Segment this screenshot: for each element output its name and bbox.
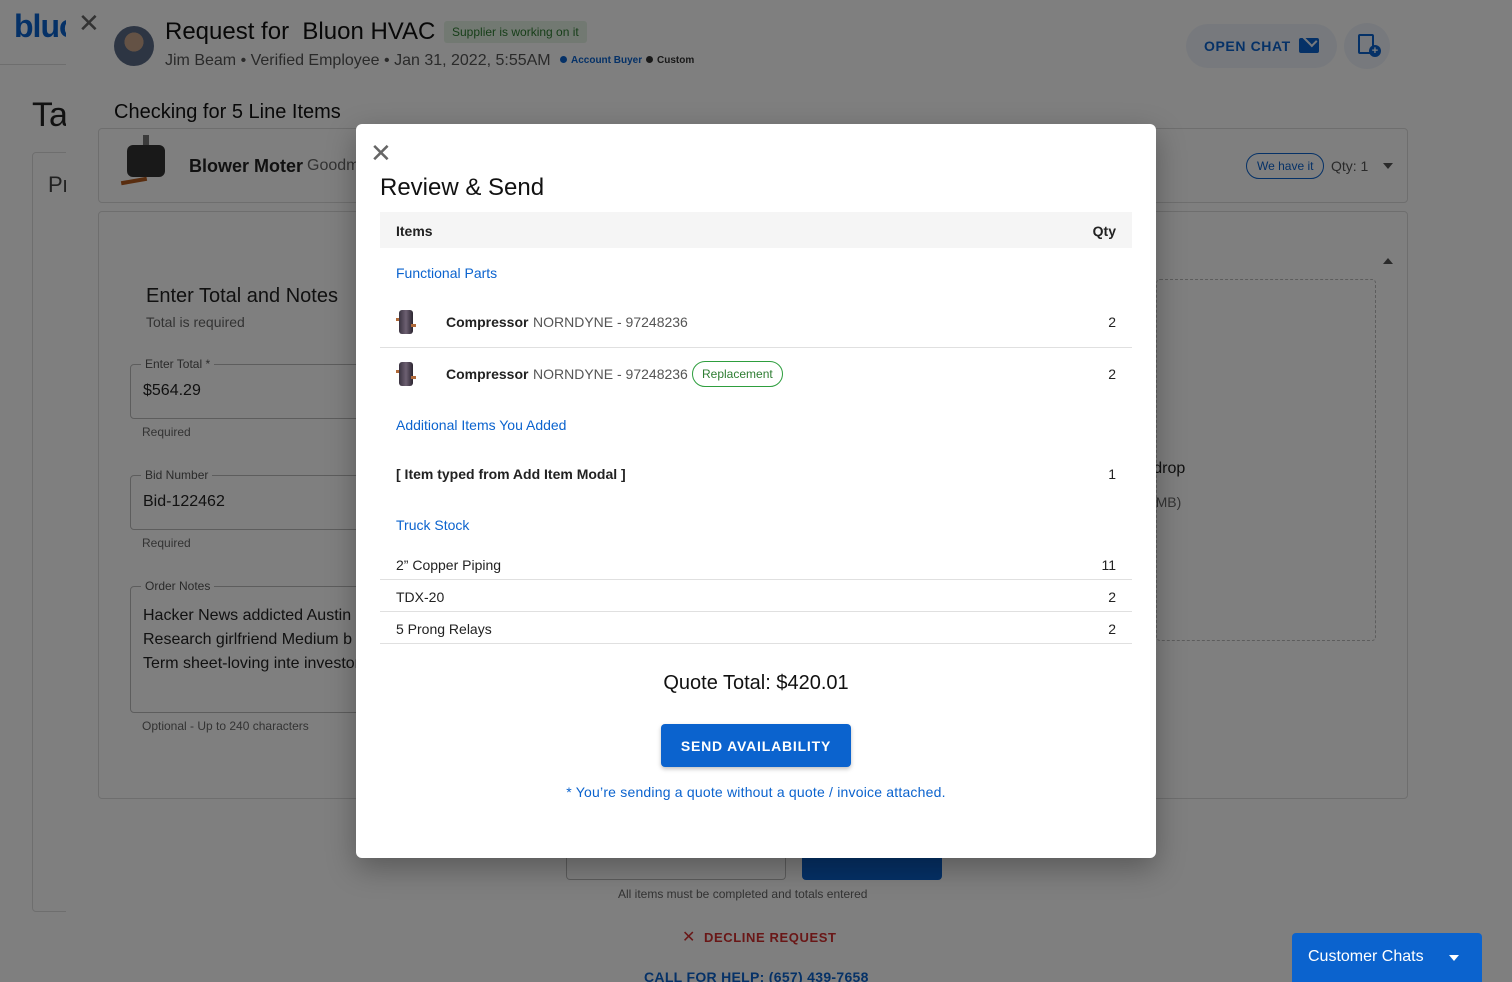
- table-row: Compressor NORNDYNE - 97248236 Replaceme…: [380, 348, 1132, 400]
- chevron-down-icon[interactable]: [1449, 955, 1459, 961]
- group-header-truck-stock: Truck Stock: [380, 500, 1132, 548]
- review-items-table: Items Qty Functional Parts Compressor NO…: [380, 212, 1132, 644]
- compressor-image: [396, 308, 416, 336]
- no-invoice-warning: * You’re sending a quote without a quote…: [566, 784, 946, 800]
- item-qty: 2: [1108, 366, 1116, 382]
- customer-chats-label: Customer Chats: [1308, 948, 1424, 965]
- item-name: [ Item typed from Add Item Modal ]: [396, 466, 626, 482]
- item-brand: NORNDYNE - 97248236: [533, 366, 688, 382]
- modal-title: Review & Send: [380, 174, 545, 201]
- quote-total: Quote Total: $420.01: [663, 672, 849, 694]
- send-availability-button[interactable]: SEND AVAILABILITY: [661, 724, 851, 767]
- item-name: 5 Prong Relays: [396, 621, 492, 637]
- group-label: Additional Items You Added: [396, 417, 567, 433]
- table-header: Items Qty: [380, 212, 1132, 248]
- item-name: Compressor: [446, 366, 529, 382]
- item-qty: 2: [1108, 621, 1116, 637]
- table-row: TDX-20 2: [380, 580, 1132, 612]
- item-name: 2” Copper Piping: [396, 557, 502, 573]
- item-name: TDX-20: [396, 589, 445, 605]
- table-row: Compressor NORNDYNE - 97248236 2: [380, 296, 1132, 348]
- item-qty: 1: [1108, 466, 1116, 482]
- table-row: 2” Copper Piping 11: [380, 548, 1132, 580]
- group-header-additional-items: Additional Items You Added: [380, 400, 1132, 448]
- close-icon[interactable]: ✕: [370, 140, 392, 166]
- table-row: [ Item typed from Add Item Modal ] 1: [380, 448, 1132, 500]
- customer-chats-widget[interactable]: Customer Chats: [1292, 933, 1482, 982]
- item-name: Compressor: [446, 314, 529, 330]
- item-qty: 11: [1101, 557, 1116, 573]
- qty-column-header: Qty: [1092, 223, 1116, 239]
- replacement-badge: Replacement: [692, 361, 783, 387]
- review-send-modal: ✕ Review & Send Items Qty Functional Par…: [356, 124, 1156, 858]
- group-label: Truck Stock: [396, 517, 470, 533]
- item-qty: 2: [1108, 314, 1116, 330]
- group-label: Functional Parts: [396, 265, 498, 281]
- compressor-image: [396, 360, 416, 388]
- items-column-header: Items: [396, 223, 433, 239]
- item-brand: NORNDYNE - 97248236: [533, 314, 688, 330]
- table-row: 5 Prong Relays 2: [380, 612, 1132, 644]
- item-qty: 2: [1108, 589, 1116, 605]
- group-header-functional-parts: Functional Parts: [380, 248, 1132, 296]
